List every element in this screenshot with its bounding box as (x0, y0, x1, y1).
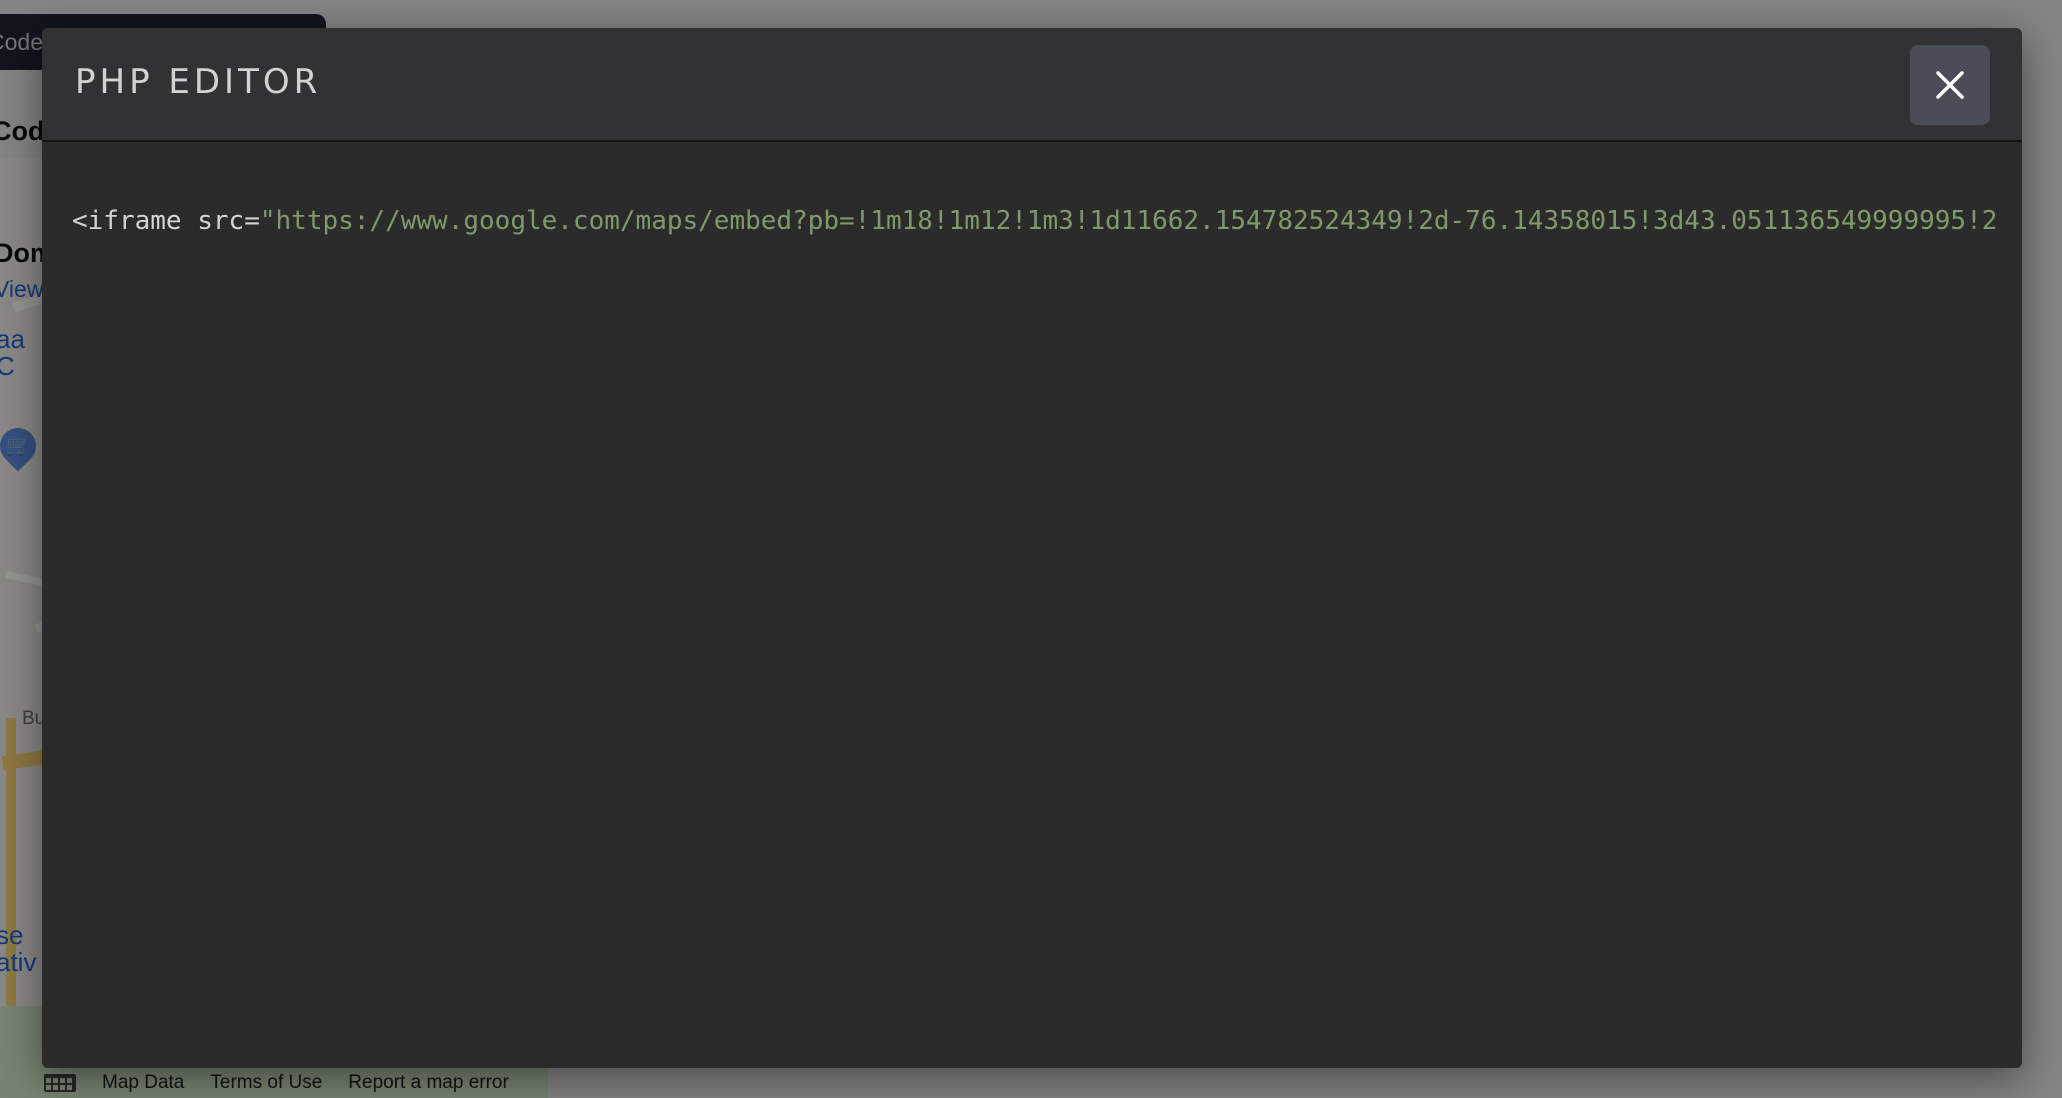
close-button[interactable] (1910, 45, 1990, 125)
close-icon (1936, 71, 1964, 99)
code-string-token: "https://www.google.com/maps/embed?pb=!1… (259, 206, 1998, 236)
modal-header: PHP EDITOR (42, 28, 2022, 142)
php-editor-modal: PHP EDITOR <iframe src="https://www.goog… (42, 28, 2022, 1068)
code-line[interactable]: <iframe src="https://www.google.com/maps… (72, 204, 1997, 238)
code-attr-token: src= (181, 206, 260, 236)
code-editor[interactable]: <iframe src="https://www.google.com/maps… (42, 142, 2022, 1068)
code-tag-token: <iframe (72, 206, 182, 236)
modal-title: PHP EDITOR (75, 62, 322, 102)
